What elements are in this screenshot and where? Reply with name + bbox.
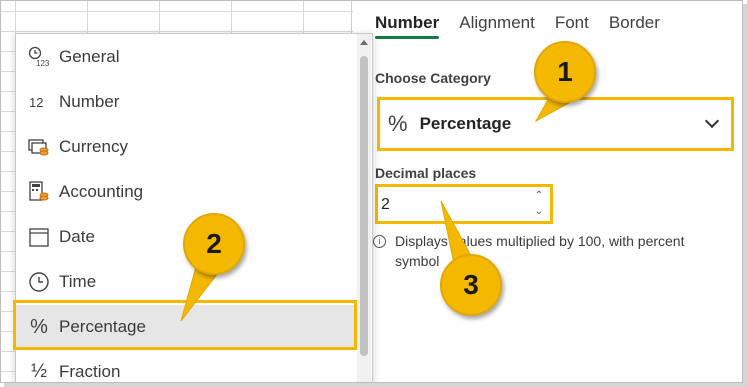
callout-pointers — [180, 88, 578, 322]
format-cells-window: Number Alignment Font Border Choose Cate… — [0, 0, 743, 383]
callout-1: 1 — [534, 41, 596, 103]
callout-3: 3 — [440, 254, 502, 316]
callout-2: 2 — [183, 213, 245, 275]
